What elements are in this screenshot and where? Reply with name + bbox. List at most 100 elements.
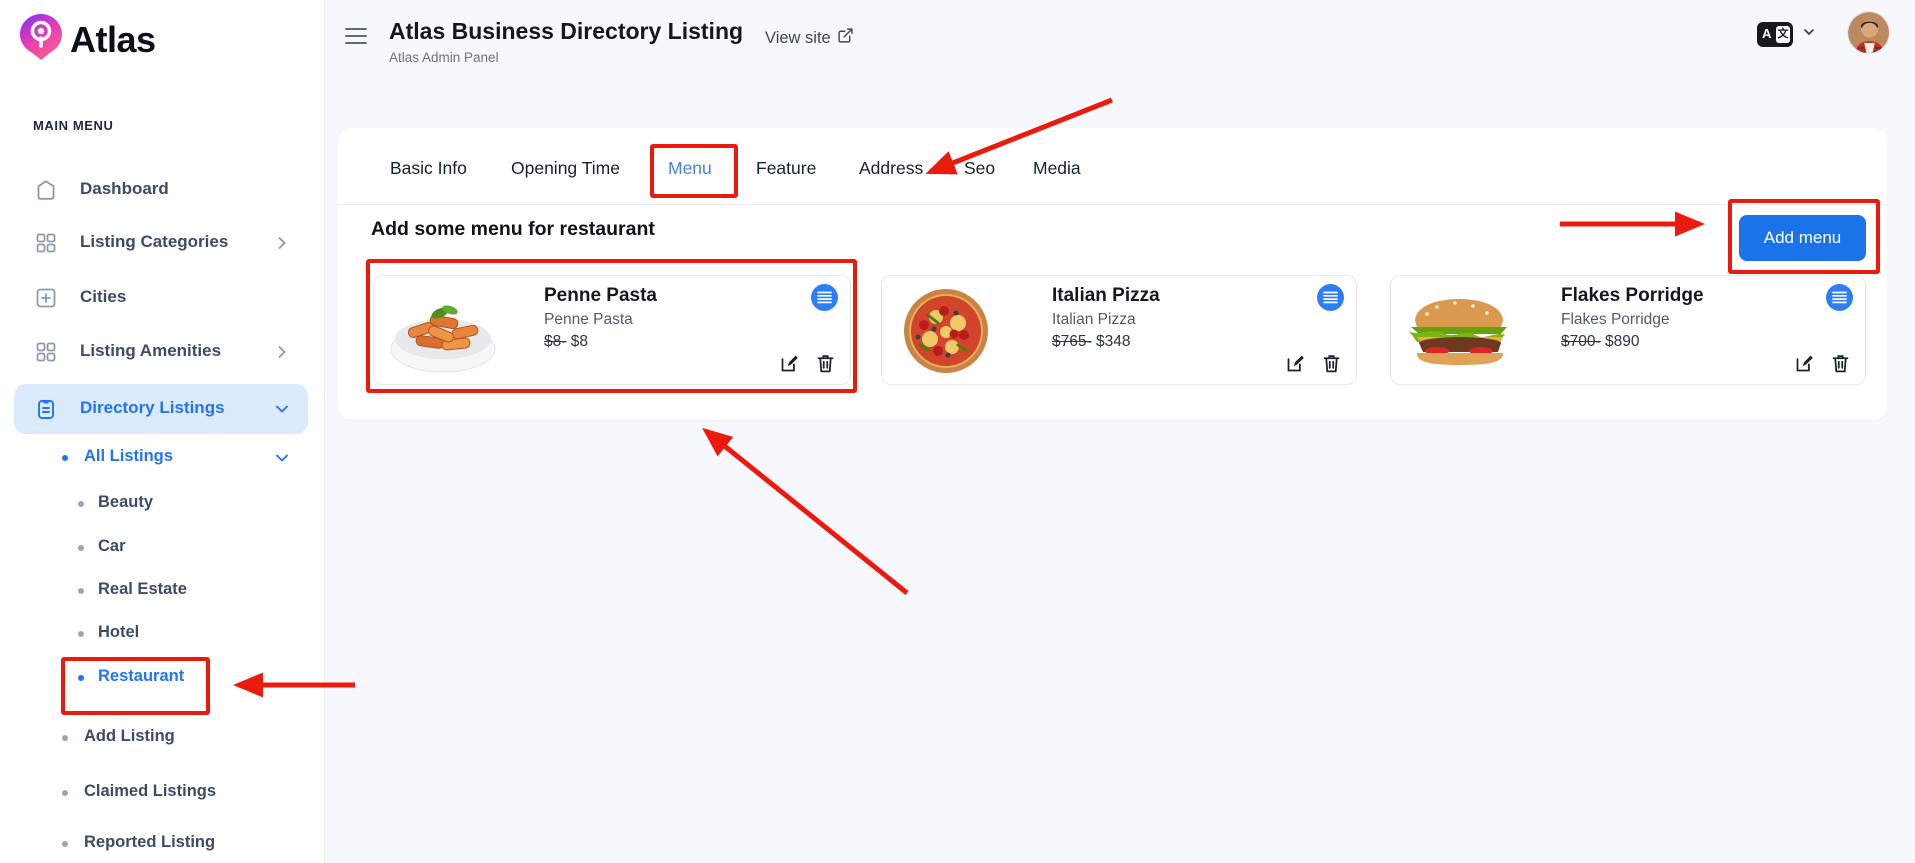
trash-icon[interactable] bbox=[815, 353, 836, 374]
listing-detail-panel: Basic Info Opening Time Menu Feature Add… bbox=[338, 128, 1887, 420]
bullet-dot bbox=[62, 790, 68, 796]
menu-item-subtitle: Italian Pizza bbox=[1052, 311, 1136, 329]
external-link-icon bbox=[837, 27, 854, 49]
grid-icon bbox=[34, 340, 58, 364]
bullet-dot bbox=[62, 735, 68, 741]
tab-opening-time[interactable]: Opening Time bbox=[511, 158, 620, 179]
tab-feature[interactable]: Feature bbox=[756, 158, 816, 179]
menu-list-badge-icon[interactable] bbox=[1317, 284, 1344, 311]
tab-address[interactable]: Address bbox=[859, 158, 923, 179]
sidebar-item-listing-categories[interactable]: Listing Categories bbox=[0, 221, 325, 265]
menu-item-subtitle: Penne Pasta bbox=[544, 311, 633, 329]
sidebar-item-label: Directory Listings bbox=[80, 398, 225, 418]
penne-pasta-image bbox=[380, 287, 506, 375]
trash-icon[interactable] bbox=[1321, 353, 1342, 374]
menu-list-badge-icon[interactable] bbox=[1826, 284, 1853, 311]
sidebar-subitem-label: Real Estate bbox=[98, 580, 187, 599]
language-selector[interactable]: A 文 bbox=[1757, 22, 1817, 47]
sidebar-subitem-label: All Listings bbox=[84, 447, 173, 466]
brand-logo[interactable]: Atlas bbox=[18, 12, 156, 67]
hamburger-menu-icon[interactable] bbox=[345, 28, 367, 44]
sidebar-subitem-all-listings[interactable]: All Listings bbox=[0, 440, 325, 478]
price-old: $8- bbox=[544, 333, 566, 350]
sidebar-section-label: MAIN MENU bbox=[33, 118, 114, 133]
view-site-label: View site bbox=[765, 29, 831, 48]
sidebar-subitem-label: Hotel bbox=[98, 623, 139, 642]
bullet-dot bbox=[62, 455, 68, 461]
menu-item-title: Penne Pasta bbox=[544, 285, 657, 307]
chevron-right-icon bbox=[272, 342, 292, 362]
price-old: $700- bbox=[1561, 333, 1601, 350]
bullet-dot bbox=[78, 545, 84, 551]
add-menu-button[interactable]: Add menu bbox=[1739, 215, 1866, 261]
sidebar-item-cities[interactable]: Cities bbox=[0, 276, 325, 320]
language-primary-letter: A bbox=[1762, 26, 1771, 41]
sidebar-subitem-label: Claimed Listings bbox=[84, 782, 216, 801]
page-title: Atlas Business Directory Listing bbox=[389, 18, 743, 45]
main-area: Atlas Business Directory Listing Atlas A… bbox=[325, 0, 1915, 863]
tab-media[interactable]: Media bbox=[1033, 158, 1081, 179]
edit-icon[interactable] bbox=[1285, 353, 1306, 374]
page-subtitle: Atlas Admin Panel bbox=[389, 50, 499, 65]
burger-image bbox=[1397, 287, 1523, 375]
home-icon bbox=[34, 178, 58, 202]
sidebar-subitem-add-listing[interactable]: Add Listing bbox=[0, 720, 325, 758]
chevron-down-icon bbox=[272, 448, 292, 468]
bullet-dot bbox=[78, 588, 84, 594]
sidebar-subitem-beauty[interactable]: Beauty bbox=[0, 486, 325, 524]
tab-seo[interactable]: Seo bbox=[964, 158, 995, 179]
menu-item-price: $765- $348 bbox=[1052, 333, 1130, 351]
view-site-link[interactable]: View site bbox=[765, 27, 854, 49]
chevron-down-icon bbox=[272, 399, 292, 419]
edit-icon[interactable] bbox=[1794, 353, 1815, 374]
bullet-dot bbox=[62, 841, 68, 847]
chevron-down-icon bbox=[1801, 24, 1817, 45]
sidebar-item-label: Dashboard bbox=[80, 179, 169, 199]
sidebar-subitem-claimed-listings[interactable]: Claimed Listings bbox=[0, 775, 325, 813]
tab-basic-info[interactable]: Basic Info bbox=[390, 158, 467, 179]
sidebar-subitem-reported-listing[interactable]: Reported Listing bbox=[0, 826, 325, 863]
brand-name: Atlas bbox=[70, 19, 156, 61]
sidebar-subitem-label: Add Listing bbox=[84, 727, 175, 746]
language-secondary-letter: 文 bbox=[1776, 26, 1790, 43]
sidebar-subitem-car[interactable]: Car bbox=[0, 530, 325, 568]
menu-item-price: $700- $890 bbox=[1561, 333, 1639, 351]
translate-icon: A 文 bbox=[1757, 22, 1793, 47]
edit-icon[interactable] bbox=[779, 353, 800, 374]
price-new: $890 bbox=[1605, 333, 1639, 350]
bullet-dot bbox=[78, 631, 84, 637]
tab-menu[interactable]: Menu bbox=[668, 158, 712, 179]
menu-section-heading: Add some menu for restaurant bbox=[371, 218, 655, 241]
tabs-divider bbox=[338, 204, 1887, 205]
sidebar-subitem-label: Beauty bbox=[98, 493, 153, 512]
clipboard-list-icon bbox=[34, 397, 58, 421]
italian-pizza-image bbox=[888, 287, 1014, 375]
sidebar-item-listing-amenities[interactable]: Listing Amenities bbox=[0, 330, 325, 374]
menu-card-penne-pasta: Penne Pasta Penne Pasta $8- $8 bbox=[373, 275, 851, 385]
price-new: $348 bbox=[1096, 333, 1130, 350]
price-new: $8 bbox=[571, 333, 588, 350]
sidebar-subitem-hotel[interactable]: Hotel bbox=[0, 616, 325, 654]
trash-icon[interactable] bbox=[1830, 353, 1851, 374]
grid-icon bbox=[34, 231, 58, 255]
menu-card-italian-pizza: Italian Pizza Italian Pizza $765- $348 bbox=[881, 275, 1357, 385]
sidebar-item-dashboard[interactable]: Dashboard bbox=[0, 168, 325, 212]
sidebar-item-label: Cities bbox=[80, 287, 126, 307]
sidebar-item-label: Listing Amenities bbox=[80, 341, 221, 361]
user-avatar[interactable] bbox=[1847, 11, 1890, 54]
menu-item-title: Italian Pizza bbox=[1052, 285, 1160, 307]
sidebar: Atlas MAIN MENU Dashboard Listing Catego… bbox=[0, 0, 325, 863]
sidebar-subitem-label: Restaurant bbox=[98, 667, 184, 686]
sidebar-item-directory-listings[interactable]: Directory Listings bbox=[0, 387, 325, 431]
menu-item-price: $8- $8 bbox=[544, 333, 588, 351]
sidebar-subitem-real-estate[interactable]: Real Estate bbox=[0, 573, 325, 611]
menu-card-flakes-porridge: Flakes Porridge Flakes Porridge $700- $8… bbox=[1390, 275, 1866, 385]
sidebar-subitem-restaurant[interactable]: Restaurant bbox=[0, 660, 325, 698]
sidebar-subitem-label: Car bbox=[98, 537, 126, 556]
menu-list-badge-icon[interactable] bbox=[811, 284, 838, 311]
price-old: $765- bbox=[1052, 333, 1092, 350]
chevron-right-icon bbox=[272, 233, 292, 253]
sidebar-subitem-label: Reported Listing bbox=[84, 833, 215, 852]
menu-item-subtitle: Flakes Porridge bbox=[1561, 311, 1670, 329]
bullet-dot bbox=[78, 501, 84, 507]
